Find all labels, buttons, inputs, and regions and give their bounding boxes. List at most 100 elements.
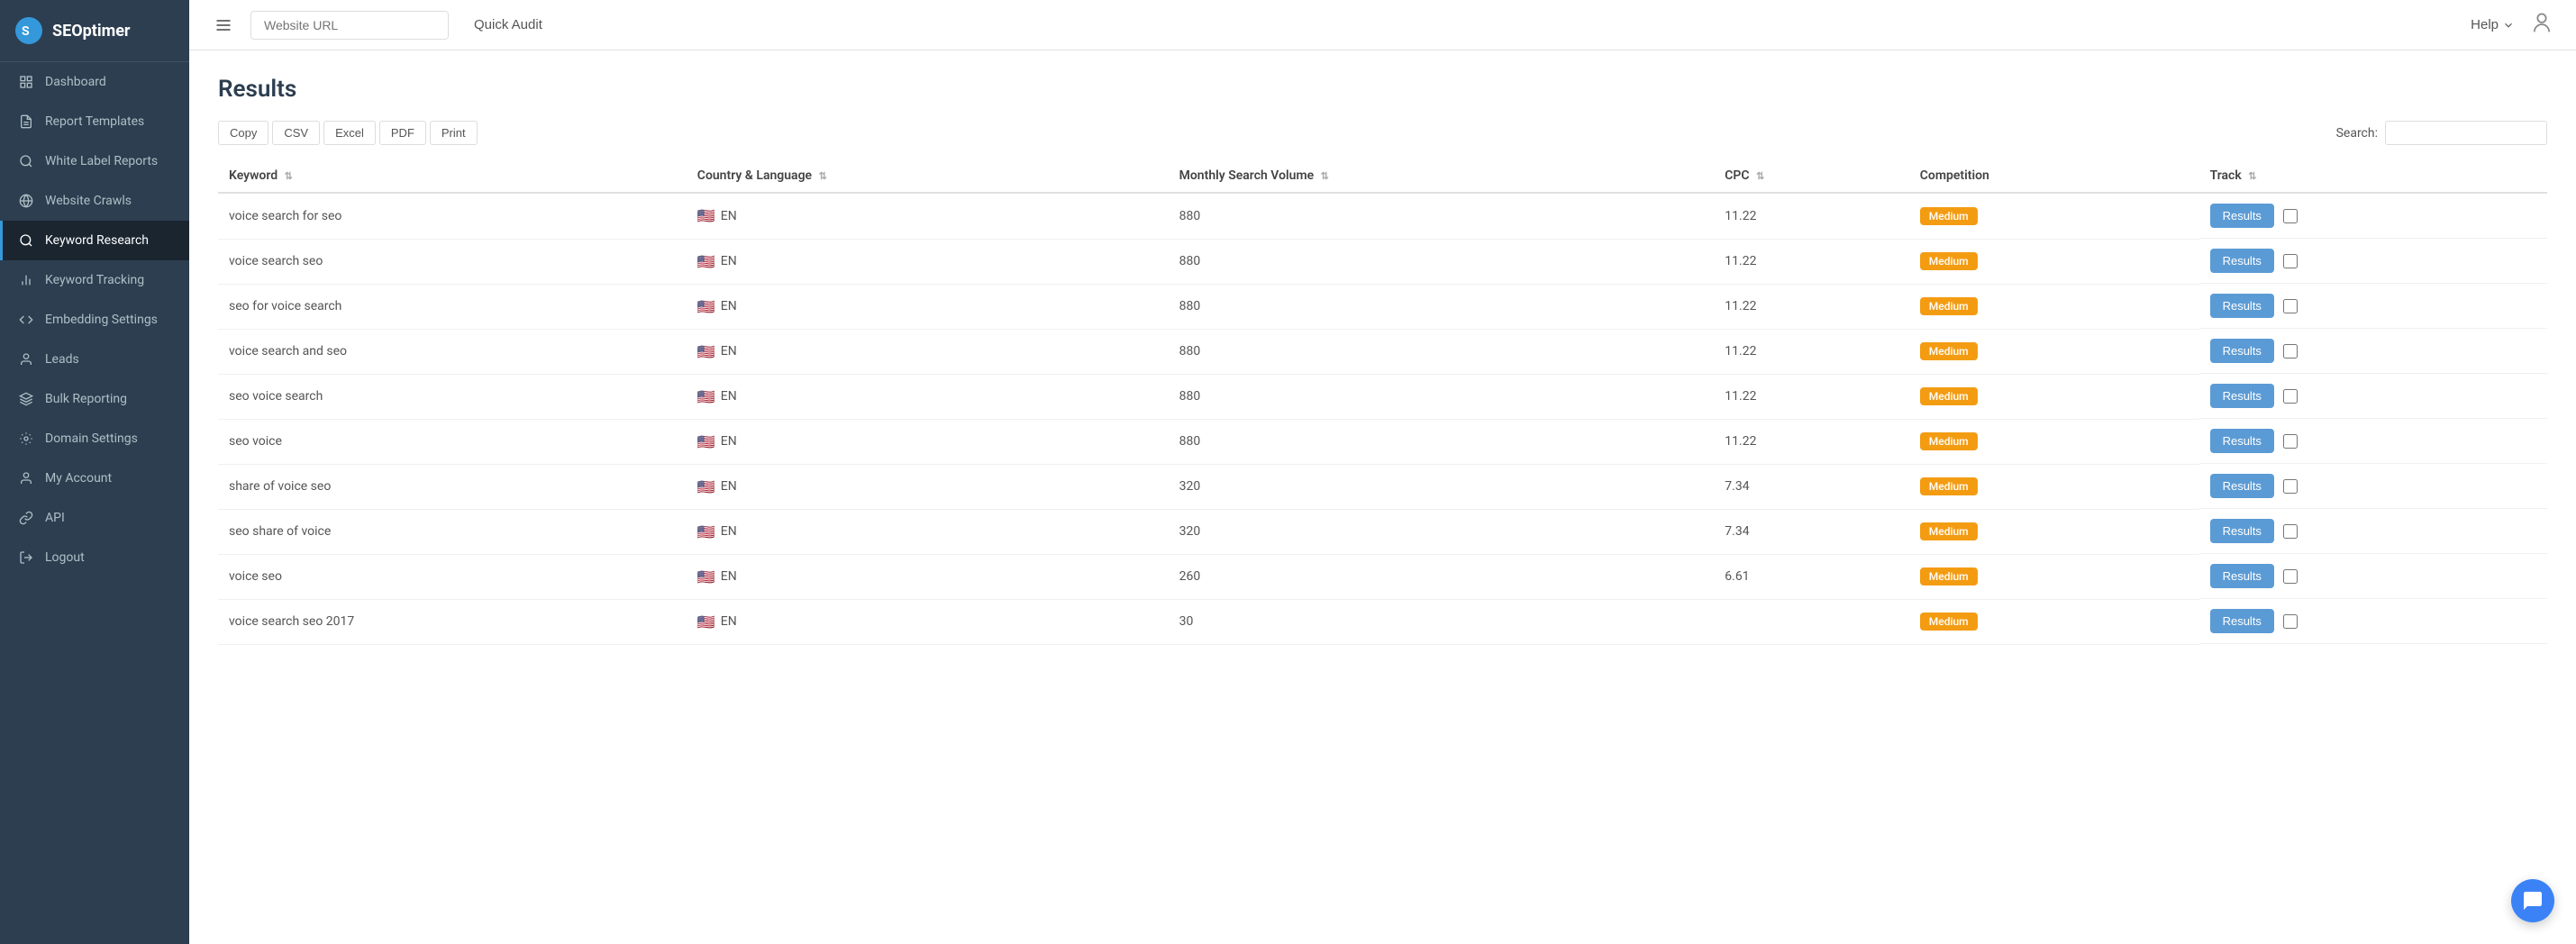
sidebar-item-my-account[interactable]: My Account	[0, 458, 189, 498]
cell-cpc: 11.22	[1714, 193, 1908, 239]
results-button[interactable]: Results	[2210, 339, 2274, 363]
table-row: seo voice 🇺🇸 EN 880 11.22 Medium Results	[218, 419, 2547, 464]
flag-icon: 🇺🇸	[697, 345, 715, 358]
chat-bubble-button[interactable]	[2511, 879, 2554, 922]
results-button[interactable]: Results	[2210, 474, 2274, 498]
cell-keyword: share of voice seo	[218, 464, 687, 509]
cell-country: 🇺🇸 EN	[687, 464, 1169, 509]
results-button[interactable]: Results	[2210, 294, 2274, 318]
results-button[interactable]: Results	[2210, 249, 2274, 273]
sidebar-item-keyword-research[interactable]: Keyword Research	[0, 221, 189, 260]
user-avatar-icon[interactable]	[2529, 11, 2554, 40]
track-checkbox[interactable]	[2283, 209, 2298, 223]
results-button[interactable]: Results	[2210, 384, 2274, 408]
help-button[interactable]: Help	[2471, 17, 2515, 32]
track-checkbox[interactable]	[2283, 479, 2298, 494]
cell-volume: 880	[1169, 239, 1715, 284]
file-text-icon	[18, 113, 34, 130]
track-checkbox[interactable]	[2283, 299, 2298, 313]
table-header-row: Keyword ⇅ Country & Language ⇅ Monthly S…	[218, 159, 2547, 193]
sidebar-item-report-templates[interactable]: Report Templates	[0, 102, 189, 141]
quick-audit-button[interactable]: Quick Audit	[463, 12, 553, 38]
table-row: voice search seo 2017 🇺🇸 EN 30 Medium Re…	[218, 599, 2547, 644]
grid-icon	[18, 74, 34, 90]
flag-icon: 🇺🇸	[697, 255, 715, 268]
globe-icon	[18, 193, 34, 209]
cell-cpc: 11.22	[1714, 419, 1908, 464]
col-keyword[interactable]: Keyword ⇅	[218, 159, 687, 193]
cell-competition: Medium	[1909, 464, 2199, 509]
sidebar-item-api-label: API	[45, 511, 65, 525]
sidebar-item-leads-label: Leads	[45, 352, 79, 367]
competition-badge: Medium	[1920, 297, 1978, 315]
excel-button[interactable]: Excel	[323, 121, 376, 145]
results-button[interactable]: Results	[2210, 204, 2274, 228]
col-country-language[interactable]: Country & Language ⇅	[687, 159, 1169, 193]
pdf-button[interactable]: PDF	[379, 121, 426, 145]
sidebar-item-domain-settings[interactable]: Domain Settings	[0, 419, 189, 458]
competition-badge: Medium	[1920, 432, 1978, 450]
sidebar-item-embedding-settings-label: Embedding Settings	[45, 313, 158, 327]
language-code: EN	[721, 479, 737, 494]
sidebar-item-embedding-settings[interactable]: Embedding Settings	[0, 300, 189, 340]
competition-badge: Medium	[1920, 522, 1978, 540]
cell-volume: 320	[1169, 464, 1715, 509]
results-button[interactable]: Results	[2210, 564, 2274, 588]
logo-icon: S	[14, 16, 43, 45]
content-area: Results Copy CSV Excel PDF Print Search:…	[189, 50, 2576, 944]
cell-competition: Medium	[1909, 284, 2199, 329]
col-cpc[interactable]: CPC ⇅	[1714, 159, 1908, 193]
cell-country: 🇺🇸 EN	[687, 599, 1169, 644]
results-button[interactable]: Results	[2210, 609, 2274, 633]
results-button[interactable]: Results	[2210, 429, 2274, 453]
bar-chart-icon	[18, 272, 34, 288]
track-checkbox[interactable]	[2283, 569, 2298, 584]
sidebar-item-website-crawls-label: Website Crawls	[45, 194, 132, 208]
language-code: EN	[721, 299, 737, 313]
col-competition[interactable]: Competition	[1909, 159, 2199, 193]
cell-country: 🇺🇸 EN	[687, 329, 1169, 374]
print-button[interactable]: Print	[430, 121, 478, 145]
col-search-volume[interactable]: Monthly Search Volume ⇅	[1169, 159, 1715, 193]
cell-keyword: voice seo	[218, 554, 687, 599]
sidebar-item-bulk-reporting[interactable]: Bulk Reporting	[0, 379, 189, 419]
competition-badge: Medium	[1920, 567, 1978, 585]
search-input[interactable]	[2385, 121, 2547, 145]
csv-button[interactable]: CSV	[272, 121, 320, 145]
link-icon	[18, 510, 34, 526]
sidebar-item-api[interactable]: API	[0, 498, 189, 538]
track-checkbox[interactable]	[2283, 254, 2298, 268]
sidebar-item-website-crawls[interactable]: Website Crawls	[0, 181, 189, 221]
cell-track: Results	[2199, 419, 2547, 464]
cell-cpc: 11.22	[1714, 374, 1908, 419]
sidebar-item-keyword-tracking[interactable]: Keyword Tracking	[0, 260, 189, 300]
track-checkbox[interactable]	[2283, 344, 2298, 359]
language-code: EN	[721, 614, 737, 629]
cell-cpc: 7.34	[1714, 464, 1908, 509]
track-checkbox[interactable]	[2283, 389, 2298, 404]
sidebar-item-white-label[interactable]: White Label Reports	[0, 141, 189, 181]
cell-track: Results	[2199, 464, 2547, 509]
cell-country: 🇺🇸 EN	[687, 193, 1169, 239]
track-checkbox[interactable]	[2283, 524, 2298, 539]
url-input[interactable]	[250, 11, 449, 40]
sidebar-item-leads[interactable]: Leads	[0, 340, 189, 379]
track-checkbox[interactable]	[2283, 614, 2298, 629]
sidebar-item-dashboard[interactable]: Dashboard	[0, 62, 189, 102]
user-circle-icon	[18, 470, 34, 486]
cell-volume: 880	[1169, 419, 1715, 464]
results-button[interactable]: Results	[2210, 519, 2274, 543]
cell-country: 🇺🇸 EN	[687, 509, 1169, 554]
sidebar-item-logout[interactable]: Logout	[0, 538, 189, 577]
cell-country: 🇺🇸 EN	[687, 554, 1169, 599]
sort-icon-keyword: ⇅	[285, 170, 293, 182]
user-icon	[18, 351, 34, 368]
main-content: Quick Audit Help Results Copy CSV Excel …	[189, 0, 2576, 944]
cell-country: 🇺🇸 EN	[687, 284, 1169, 329]
cell-volume: 880	[1169, 284, 1715, 329]
cell-volume: 260	[1169, 554, 1715, 599]
hamburger-button[interactable]	[211, 13, 236, 38]
track-checkbox[interactable]	[2283, 434, 2298, 449]
col-track[interactable]: Track ⇅	[2199, 159, 2547, 193]
copy-button[interactable]: Copy	[218, 121, 269, 145]
